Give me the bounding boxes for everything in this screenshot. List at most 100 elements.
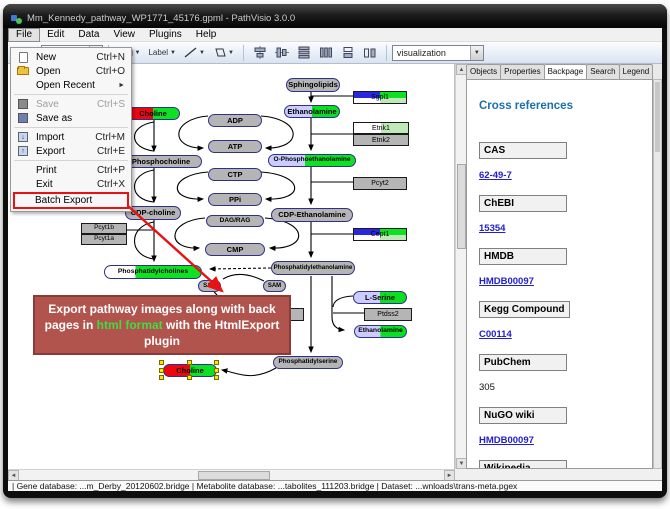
file-menu-save[interactable]: Save Ctrl+S <box>11 97 131 111</box>
node-ethanolamine-free[interactable]: Ethanolamine <box>354 325 407 338</box>
node-atp[interactable]: ATP <box>208 140 262 153</box>
node-cdp-ethanolamine[interactable]: CDP-Ethanolamine <box>271 208 353 222</box>
chevron-down-icon[interactable]: ▼ <box>199 50 205 56</box>
tab-backpage[interactable]: Backpage <box>544 64 588 79</box>
node-phosphocholine[interactable]: Phosphocholine <box>120 155 202 168</box>
file-menu-batch-export[interactable]: Batch Export <box>13 192 129 209</box>
selection-handle[interactable] <box>187 360 192 365</box>
scrollbar-thumb[interactable] <box>457 164 466 249</box>
panel-scrollbar[interactable] <box>653 79 662 469</box>
menu-data[interactable]: Data <box>71 28 106 42</box>
stack-vertical-button[interactable] <box>337 44 359 62</box>
node-ethanolamine-top[interactable]: Ethanolamine <box>284 105 340 118</box>
node-o-phosphoethanolamine[interactable]: O-Phosphoethanolamine <box>268 154 356 167</box>
node-cmp[interactable]: CMP <box>205 243 265 256</box>
xref-link[interactable]: C00114 <box>479 329 512 340</box>
xref-title: Kegg Compound <box>479 301 570 318</box>
menu-plugins[interactable]: Plugins <box>142 28 189 42</box>
menu-file[interactable]: File <box>8 28 40 42</box>
file-menu-save-as[interactable]: Save as <box>11 111 131 125</box>
menu-view[interactable]: View <box>106 28 142 42</box>
menu-separator <box>14 160 128 161</box>
canvas-vertical-scrollbar[interactable]: ▲ ▼ <box>455 64 466 469</box>
visualization-combobox[interactable]: visualization ▼ <box>392 45 484 61</box>
node-sphingolipids[interactable]: Sphingolipids <box>286 78 340 92</box>
file-menu-export[interactable]: ↑ Export Ctrl+E <box>11 144 131 158</box>
xref-link[interactable]: 62-49-7 <box>479 170 512 181</box>
selection-handle[interactable] <box>159 360 164 365</box>
align-vertical-center-button[interactable] <box>249 44 271 62</box>
selection-handle[interactable] <box>214 360 219 365</box>
node-adp[interactable]: ADP <box>208 114 262 127</box>
node-cdp-choline[interactable]: CDP-choline <box>125 206 181 220</box>
chevron-down-icon[interactable]: ▼ <box>135 50 141 56</box>
file-menu-open[interactable]: Open Ctrl+O <box>11 64 131 78</box>
xref-section-wikipedia: Wikipedia Choline <box>479 458 652 469</box>
node-phosphatidylethanolamine[interactable]: Phosphatidylethanolamine <box>271 261 355 275</box>
gene-box-cept1[interactable]: Cept1 <box>353 228 407 241</box>
file-menu-exit[interactable]: Exit Ctrl+X <box>11 177 131 191</box>
tab-legend[interactable]: Legend <box>619 64 654 79</box>
tab-search[interactable]: Search <box>586 64 619 79</box>
line-icon <box>184 47 197 58</box>
line-tool-button[interactable]: ▼ <box>180 44 209 62</box>
xref-link[interactable]: HMDB00097 <box>479 435 534 446</box>
align-horizontal-center-button[interactable] <box>271 44 293 62</box>
label-template-button[interactable]: Label ▼ <box>144 44 180 62</box>
file-menu-open-recent[interactable]: Open Recent ► <box>11 78 131 92</box>
file-menu-import[interactable]: ↓ Import Ctrl+M <box>11 130 131 144</box>
node-label-part: O-Phospho <box>274 157 309 164</box>
chevron-down-icon[interactable]: ▼ <box>170 50 176 56</box>
menu-help[interactable]: Help <box>189 28 224 42</box>
distribute-columns-button[interactable] <box>315 44 337 62</box>
chevron-down-icon[interactable]: ▼ <box>470 46 483 60</box>
canvas-horizontal-scrollbar[interactable]: ◄ ► <box>8 469 455 480</box>
menu-edit[interactable]: Edit <box>40 28 71 42</box>
node-phosphatidylserine[interactable]: Phosphatidylserine <box>273 356 343 369</box>
scrollbar-thumb[interactable] <box>655 82 660 152</box>
tab-objects[interactable]: Objects <box>466 64 501 79</box>
selection-handle[interactable] <box>159 368 164 373</box>
menu-item-shortcut: Ctrl+X <box>97 179 125 190</box>
node-l-serine[interactable]: L-Serine <box>353 291 407 304</box>
node-sam[interactable]: SAM <box>263 280 286 292</box>
gene-box-ptdss2[interactable]: Ptdss2 <box>364 308 412 321</box>
gene-box-pcyt1b[interactable]: Pcyt1b <box>81 223 127 234</box>
distribute-rows-button[interactable] <box>293 44 315 62</box>
node-phosphatidylcholines[interactable]: Phosphatidylcholines <box>104 265 202 279</box>
distribute-rows-icon <box>297 46 311 59</box>
xref-section-nugo: NuGO wiki HMDB00097 <box>479 405 652 448</box>
align-vertical-center-icon <box>253 46 267 59</box>
gene-box-pcyt1a[interactable]: Pcyt1a <box>81 234 127 245</box>
xref-link[interactable]: 15354 <box>479 223 505 234</box>
node-choline-top[interactable]: Choline <box>126 107 180 120</box>
selection-handle[interactable] <box>214 375 219 380</box>
title-bar[interactable]: Mm_Kennedy_pathway_WP1771_45176.gpml - P… <box>3 4 667 28</box>
gene-box-sgpl1[interactable]: Sgpl1 <box>353 91 407 104</box>
gene-box-etnk2[interactable]: Etnk2 <box>353 134 409 146</box>
file-menu-print[interactable]: Print Ctrl+P <box>11 163 131 177</box>
gene-box-etnk1[interactable]: Etnk1 <box>353 122 409 134</box>
menu-item-label: Open <box>36 66 60 77</box>
node-sah[interactable]: SAH <box>198 280 221 292</box>
shape-tool-button[interactable]: ▼ <box>209 44 238 62</box>
selection-handle[interactable] <box>159 375 164 380</box>
xref-section-chebi: ChEBI 15354 <box>479 193 652 236</box>
menu-item-label: Save <box>36 99 59 110</box>
xref-link[interactable]: HMDB00097 <box>479 276 534 287</box>
selection-handle[interactable] <box>214 368 219 373</box>
menu-icon-spacer <box>15 80 31 91</box>
gene-box-pcyt2[interactable]: Pcyt2 <box>353 177 407 190</box>
menu-item-shortcut: Ctrl+O <box>96 66 125 77</box>
scrollbar-thumb[interactable] <box>198 471 270 480</box>
import-icon: ↓ <box>15 132 31 143</box>
tab-properties[interactable]: Properties <box>500 64 544 79</box>
export-icon: ↑ <box>15 146 31 157</box>
node-ppi[interactable]: PPi <box>208 193 262 206</box>
file-menu-new[interactable]: New Ctrl+N <box>11 50 131 64</box>
node-dag[interactable]: DAG/RAG <box>206 215 264 227</box>
selection-handle[interactable] <box>187 375 192 380</box>
chevron-down-icon[interactable]: ▼ <box>228 50 234 56</box>
node-ctp[interactable]: CTP <box>208 168 262 181</box>
stack-horizontal-button[interactable] <box>359 44 381 62</box>
